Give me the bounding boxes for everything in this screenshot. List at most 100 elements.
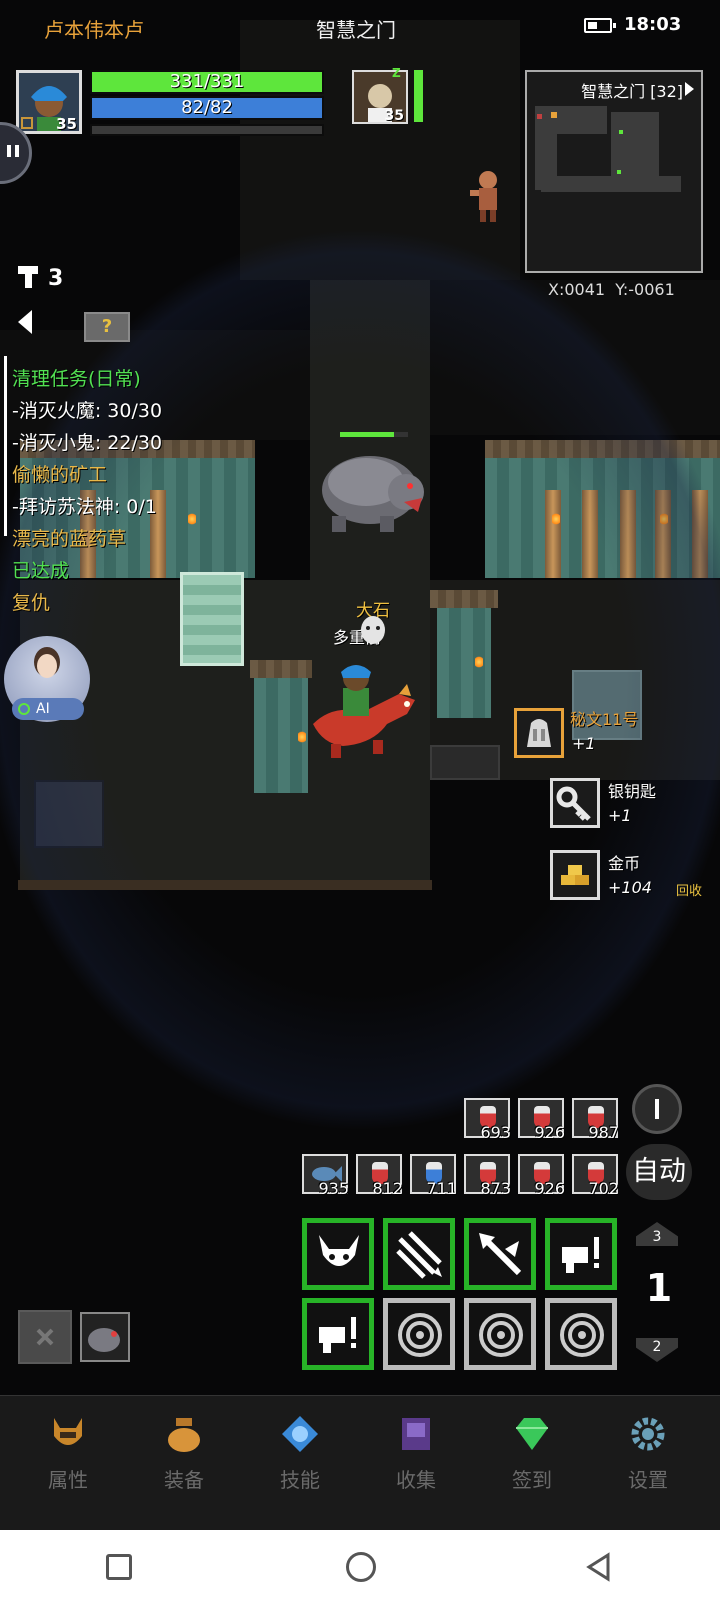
rune-item-icon: [514, 708, 564, 758]
cannon-skill-icon: [562, 1237, 599, 1273]
slot-count: 926: [534, 1179, 565, 1198]
page-up-number: 3: [652, 1229, 662, 1245]
demon-skull-skill-icon: [319, 1235, 359, 1266]
skill-slot[interactable]: [302, 1218, 374, 1290]
silver-key-icon: [550, 778, 600, 828]
nav-settings[interactable]: 设置: [598, 1414, 698, 1493]
bag-icon: [168, 1418, 200, 1452]
slot-count: 873: [480, 1179, 511, 1198]
companion-portrait[interactable]: 35 Z: [352, 66, 408, 124]
potion-slot[interactable]: 873: [464, 1154, 511, 1198]
nav-label: 装备: [164, 1468, 204, 1492]
nav-equipment[interactable]: 装备: [134, 1414, 234, 1493]
slot-count: 693: [480, 1123, 511, 1142]
help-icon[interactable]: ?: [84, 312, 130, 342]
quest-line: -消灭火魔: 30/30: [12, 400, 163, 422]
loot-amount: +104: [608, 878, 652, 897]
food-slot[interactable]: 935: [302, 1154, 349, 1198]
empty-skill-slot[interactable]: [383, 1298, 455, 1370]
minimap-player-marker: [617, 170, 621, 174]
zone-title: 智慧之门: [316, 18, 396, 42]
pause-icon: [655, 1099, 659, 1119]
quest-tracker[interactable]: 清理任务(日常) -消灭火魔: 30/30 -消灭小鬼: 22/30 偷懒的矿工…: [12, 363, 162, 619]
loot-name: 秘文11号: [570, 710, 639, 729]
bear-monster[interactable]: [318, 440, 430, 540]
slot-count: 935: [318, 1179, 349, 1198]
slot-count: 812: [372, 1179, 403, 1198]
emerald-icon: [516, 1418, 548, 1450]
skill-slot[interactable]: [464, 1218, 536, 1290]
empty-item-slot[interactable]: [18, 1310, 72, 1364]
battery-icon: [584, 18, 616, 33]
companion-level: 35: [384, 108, 404, 124]
minimap-expand-icon[interactable]: [685, 82, 694, 96]
companion-hp-bar: [414, 70, 423, 122]
skill-slot[interactable]: [383, 1218, 455, 1290]
collapse-quest-icon[interactable]: [18, 310, 32, 334]
player-level: 35: [56, 115, 77, 133]
potion-slot[interactable]: 702: [572, 1154, 619, 1198]
slot-count: 702: [588, 1179, 619, 1198]
nav-label: 设置: [628, 1468, 668, 1492]
page-down-number: 2: [652, 1339, 662, 1355]
nav-skills[interactable]: 技能: [250, 1414, 350, 1493]
x-icon: [36, 1328, 54, 1346]
empty-slot-icon: [398, 1313, 442, 1357]
quest-line: 偷懒的矿工: [12, 464, 108, 486]
hp-text: 331/331: [169, 71, 245, 92]
buff-icon: [21, 117, 33, 129]
home-icon[interactable]: [346, 1552, 376, 1582]
quest-line: 清理任务(日常): [12, 368, 141, 390]
mp-text: 82/82: [181, 97, 233, 118]
loot-name: 银钥匙: [608, 782, 657, 801]
key-icon: [18, 266, 40, 290]
skill-slot[interactable]: [302, 1298, 374, 1370]
arrow-strike-skill-icon: [479, 1233, 522, 1276]
quest-line: 已达成: [12, 560, 70, 582]
potion-slot[interactable]: 926: [518, 1154, 565, 1198]
potion-slot[interactable]: 693: [464, 1098, 511, 1142]
empty-skill-slot[interactable]: [545, 1298, 617, 1370]
bear-pet-icon: [88, 1328, 120, 1352]
sleep-indicator: Z: [392, 66, 401, 80]
quest-tracker-edge: [4, 356, 7, 536]
potion-slot[interactable]: 926: [518, 1098, 565, 1142]
minimap[interactable]: 智慧之门 [32]: [525, 70, 703, 273]
minimap-marker: [551, 112, 557, 118]
player-character[interactable]: [303, 664, 421, 760]
recycle-button[interactable]: 回收: [676, 880, 702, 899]
multi-arrow-skill-icon: [396, 1231, 442, 1279]
helmet-icon: [54, 1418, 82, 1445]
pause-button[interactable]: [632, 1084, 682, 1134]
nav-attributes[interactable]: 属性: [18, 1414, 118, 1493]
xp-bar: [90, 124, 324, 136]
enemy-hp-bar: [340, 432, 408, 437]
system-nav-bar: [0, 1530, 720, 1602]
nav-label: 属性: [48, 1468, 88, 1492]
player-name: 卢本伟本卢: [44, 18, 144, 42]
player-portrait[interactable]: 35: [16, 70, 82, 134]
ai-assistant-button[interactable]: AI: [4, 636, 90, 722]
nav-label: 技能: [280, 1468, 320, 1492]
skill-page-number: 1: [645, 1266, 673, 1310]
potion-slot[interactable]: 711: [410, 1154, 457, 1198]
gold-coin-icon: [550, 850, 600, 900]
nav-collection[interactable]: 收集: [366, 1414, 466, 1493]
potion-slot[interactable]: 987: [572, 1098, 619, 1142]
imp-monster[interactable]: [468, 168, 508, 223]
empty-slot-icon: [479, 1313, 523, 1357]
recents-icon[interactable]: [106, 1554, 132, 1580]
back-icon[interactable]: [584, 1552, 614, 1582]
auto-button[interactable]: 自动: [626, 1144, 692, 1200]
skill-slot[interactable]: [545, 1218, 617, 1290]
potion-slot[interactable]: 812: [356, 1154, 403, 1198]
nav-label: 收集: [396, 1468, 436, 1492]
nav-label: 签到: [512, 1468, 552, 1492]
quest-line: 漂亮的蓝药草: [12, 528, 127, 550]
book-icon: [402, 1418, 430, 1450]
nav-checkin[interactable]: 签到: [482, 1414, 582, 1493]
empty-skill-slot[interactable]: [464, 1298, 536, 1370]
pet-slot[interactable]: [80, 1312, 130, 1362]
minimap-title: 智慧之门 [32]: [581, 82, 683, 101]
cannon-skill-icon: [319, 1317, 356, 1353]
